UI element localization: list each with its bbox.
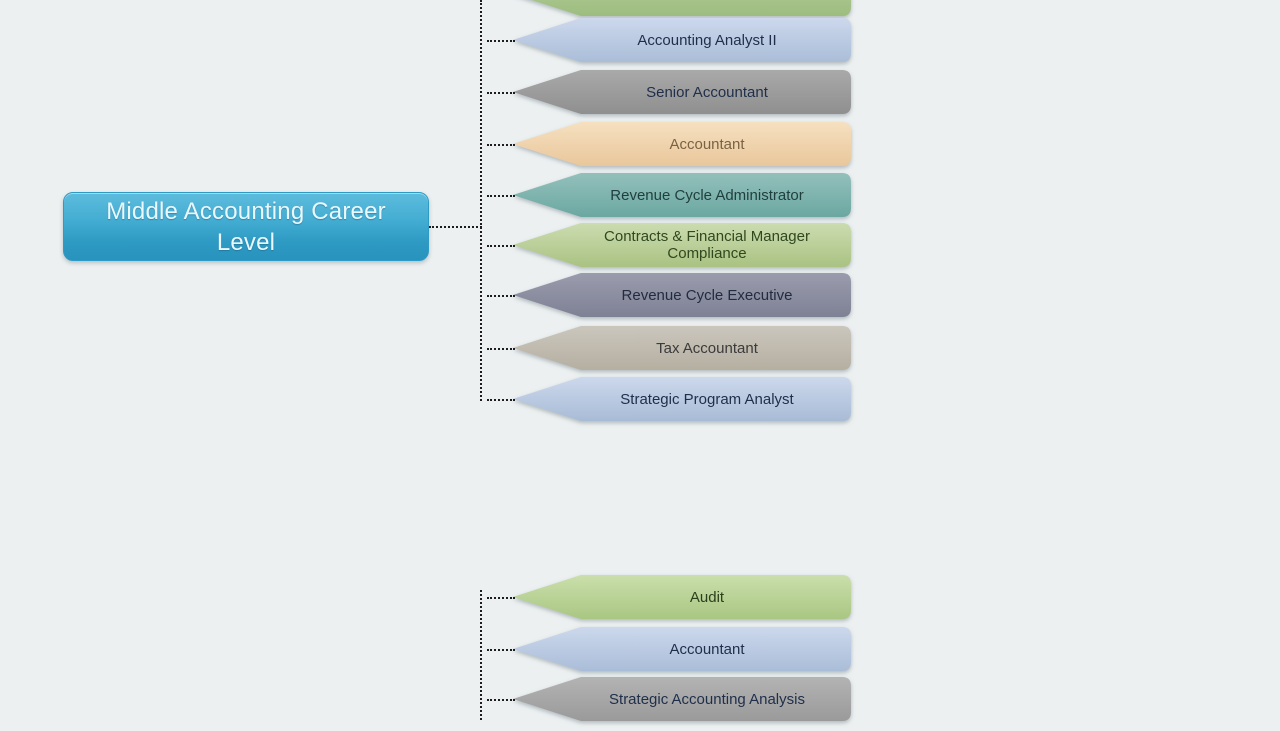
role-chevron[interactable]: Accountant — [513, 627, 851, 671]
connector-stub — [487, 195, 515, 197]
connector-stub — [487, 40, 515, 42]
role-chevron[interactable] — [513, 0, 851, 16]
connector-stub — [487, 597, 515, 599]
diagram-canvas: Middle Accounting Career Level Accounting… — [0, 0, 1280, 721]
connector-stub — [487, 245, 515, 247]
connector-stub — [487, 699, 515, 701]
role-chevron[interactable]: Revenue Cycle Administrator — [513, 173, 851, 217]
role-chevron-shape — [513, 326, 851, 370]
connector-stub — [487, 649, 515, 651]
connector-stub — [487, 92, 515, 94]
role-chevron[interactable]: Strategic Accounting Analysis — [513, 677, 851, 721]
role-chevron[interactable]: Strategic Program Analyst — [513, 377, 851, 421]
role-chevron-shape — [513, 223, 851, 267]
connector-spine-group-1 — [480, 0, 482, 401]
role-chevron-shape — [513, 18, 851, 62]
role-chevron-shape — [513, 377, 851, 421]
role-chevron[interactable]: Revenue Cycle Executive — [513, 273, 851, 317]
role-chevron[interactable]: Accountant — [513, 122, 851, 166]
role-chevron-shape — [513, 70, 851, 114]
role-chevron[interactable]: Senior Accountant — [513, 70, 851, 114]
role-chevron-shape — [513, 627, 851, 671]
role-chevron-shape — [513, 173, 851, 217]
connector-stub — [487, 295, 515, 297]
connector-stub — [487, 348, 515, 350]
connector-spine-group-2 — [480, 590, 482, 720]
connector-stub — [487, 144, 515, 146]
role-chevron-shape — [513, 122, 851, 166]
career-level-node-label: Middle Accounting Career Level — [106, 197, 386, 256]
role-chevron[interactable]: Audit — [513, 575, 851, 619]
connector-stub — [487, 399, 515, 401]
role-chevron-shape — [513, 273, 851, 317]
connector-root-to-spine — [429, 226, 482, 228]
role-chevron[interactable]: Accounting Analyst II — [513, 18, 851, 62]
role-chevron[interactable]: Contracts & Financial Manager Compliance — [513, 223, 851, 267]
role-chevron[interactable]: Tax Accountant — [513, 326, 851, 370]
career-level-node[interactable]: Middle Accounting Career Level — [63, 192, 429, 261]
role-chevron-shape — [513, 677, 851, 721]
role-chevron-shape — [513, 575, 851, 619]
